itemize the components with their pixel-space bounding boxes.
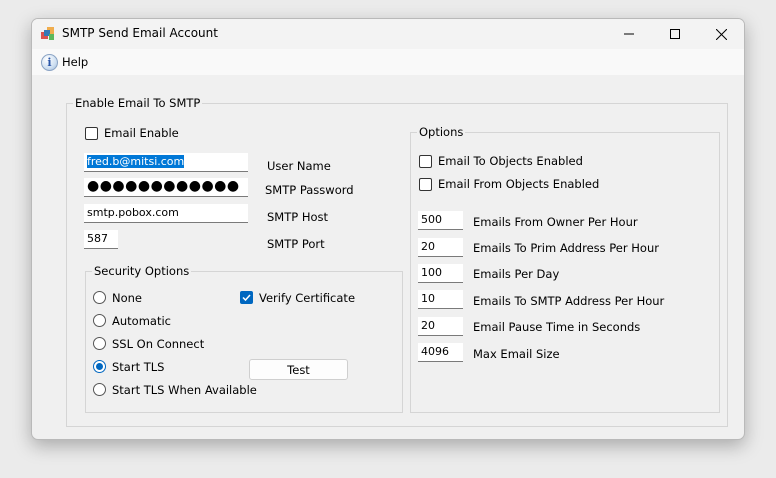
radio-ssl-on-connect-label: SSL On Connect [112,337,205,351]
email-enable-label: Email Enable [104,126,179,140]
emails-to-prim-address-per-hour-label: Emails To Prim Address Per Hour [473,241,659,255]
radio-automatic-label: Automatic [112,314,171,328]
user-name-value: fred.b@mitsi.com [87,155,185,168]
emails-from-owner-per-hour-input[interactable]: 500 [418,211,463,230]
smtp-host-input[interactable]: smtp.pobox.com [84,204,248,223]
window-title: SMTP Send Email Account [62,26,218,40]
minimize-icon [624,33,634,35]
smtp-port-label: SMTP Port [267,237,325,251]
email-from-objects-checkbox[interactable] [419,178,432,191]
emails-to-prim-address-per-hour-input[interactable]: 20 [418,238,463,257]
radio-none-label: None [112,291,143,305]
radio-start-tls-when-available[interactable] [93,383,106,396]
maximize-button[interactable] [652,19,698,49]
minimize-button[interactable] [606,19,652,49]
app-icon [41,27,55,41]
smtp-host-label: SMTP Host [267,210,329,224]
email-pause-time-label: Email Pause Time in Seconds [473,320,641,334]
verify-certificate-label: Verify Certificate [259,291,356,305]
title-bar: SMTP Send Email Account [32,19,744,49]
maximize-icon [670,29,680,39]
emails-per-day-label: Emails Per Day [473,267,560,281]
smtp-port-input[interactable]: 587 [84,230,118,249]
info-icon: i [41,53,58,71]
emails-to-smtp-address-per-hour-input[interactable]: 10 [418,290,463,309]
close-icon [715,28,727,40]
verify-certificate-checkbox[interactable] [240,291,253,304]
close-button[interactable] [698,19,744,49]
menu-item-help[interactable]: i Help [38,51,91,73]
max-email-size-input[interactable]: 4096 [418,343,463,362]
email-to-objects-label: Email To Objects Enabled [438,154,583,168]
user-name-label: User Name [267,159,331,173]
user-name-input[interactable]: fred.b@mitsi.com [84,153,248,172]
smtp-password-input[interactable]: ●●●●●●●●●●●● [84,178,248,197]
security-options-legend: Security Options [92,264,192,278]
radio-start-tls-when-available-label: Start TLS When Available [112,383,257,397]
enable-email-to-smtp-legend: Enable Email To SMTP [73,96,203,110]
smtp-send-email-account-window: SMTP Send Email Account i Help Enable Em… [31,18,745,440]
smtp-password-label: SMTP Password [265,183,354,197]
test-button[interactable]: Test [249,359,348,380]
options-legend: Options [417,125,466,139]
email-enable-checkbox[interactable] [85,127,98,140]
email-from-objects-label: Email From Objects Enabled [438,177,600,191]
emails-to-smtp-address-per-hour-label: Emails To SMTP Address Per Hour [473,294,665,308]
emails-from-owner-per-hour-label: Emails From Owner Per Hour [473,215,638,229]
radio-none[interactable] [93,291,106,304]
email-pause-time-input[interactable]: 20 [418,317,463,336]
radio-start-tls-label: Start TLS [112,360,165,374]
max-email-size-label: Max Email Size [473,347,560,361]
menu-bar: i Help [32,49,744,75]
checkmark-icon [242,294,251,302]
radio-ssl-on-connect[interactable] [93,337,106,350]
emails-per-day-input[interactable]: 100 [418,264,463,283]
radio-automatic[interactable] [93,314,106,327]
email-to-objects-checkbox[interactable] [419,155,432,168]
menu-help-label: Help [62,55,89,69]
radio-start-tls[interactable] [93,360,106,373]
